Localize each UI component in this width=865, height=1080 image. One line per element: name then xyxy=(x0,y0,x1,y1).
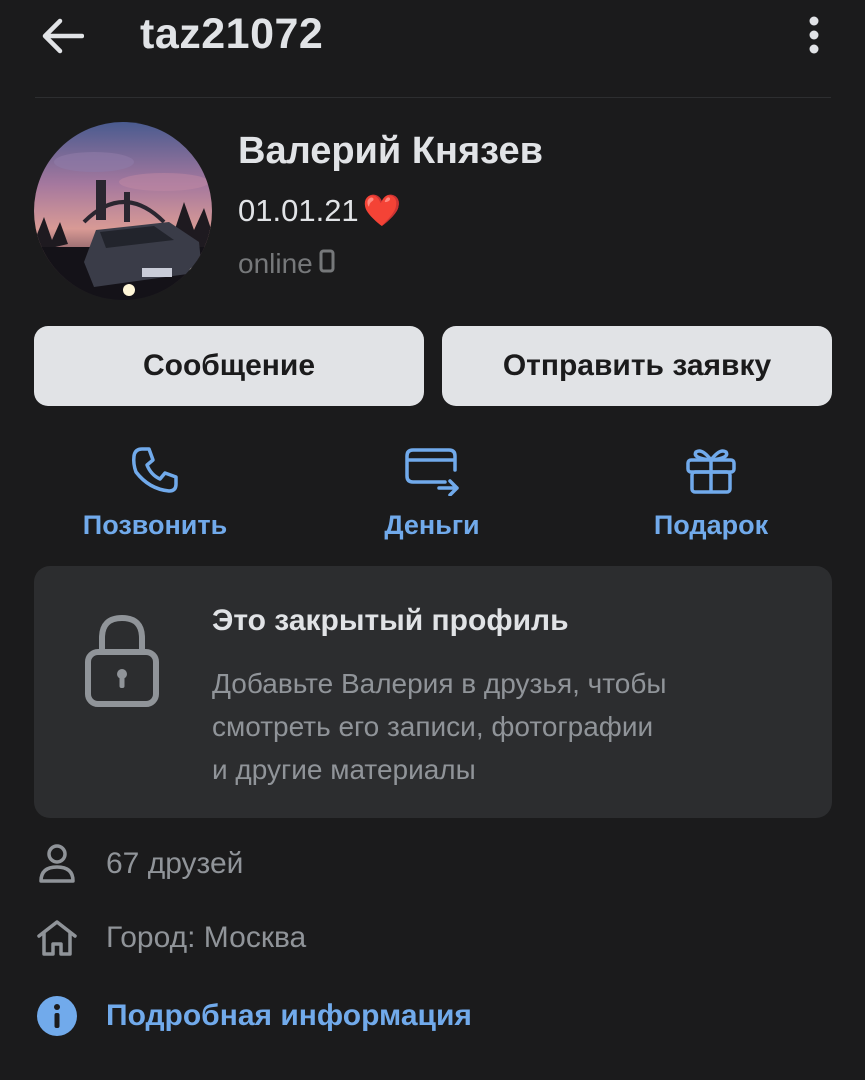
private-profile-text: Добавьте Валерия в друзья, чтобы смотрет… xyxy=(212,662,772,791)
online-text: online xyxy=(238,248,313,279)
user-icon xyxy=(34,841,80,887)
friends-count: 67 друзей xyxy=(106,847,244,880)
phone-call-icon xyxy=(129,436,181,496)
private-profile-text-line: и другие материалы xyxy=(212,754,476,785)
avatar[interactable] xyxy=(34,122,212,300)
online-status: online xyxy=(238,248,335,280)
friends-row[interactable]: 67 друзей xyxy=(34,836,243,892)
profile-status: 01.01.21 ❤️ xyxy=(238,192,401,229)
more-options-button[interactable] xyxy=(792,12,836,62)
private-profile-title: Это закрытый профиль xyxy=(212,604,569,637)
page-title: taz21072 xyxy=(140,10,324,58)
lock-icon xyxy=(82,610,162,715)
gift-icon xyxy=(684,436,738,496)
phone-icon xyxy=(319,248,335,280)
add-friend-button[interactable]: Отправить заявку xyxy=(442,326,832,406)
city-text: Город: Москва xyxy=(106,921,307,954)
info-icon xyxy=(34,993,80,1039)
gift-label: Подарок xyxy=(653,510,769,540)
details-link[interactable]: Подробная информация xyxy=(106,999,472,1033)
home-icon xyxy=(34,915,80,961)
header-divider xyxy=(35,97,831,98)
profile-page: taz21072 Валерий Князев 01.01.21 ❤️ onli… xyxy=(0,0,865,1080)
top-bar: taz21072 xyxy=(0,0,865,98)
back-button[interactable] xyxy=(36,14,88,62)
money-transfer-icon xyxy=(403,436,461,496)
money-label: Деньги xyxy=(384,510,480,540)
details-row[interactable]: Подробная информация xyxy=(34,988,472,1044)
private-profile-text-line: Добавьте Валерия в друзья, чтобы xyxy=(212,668,667,699)
more-vertical-icon xyxy=(808,15,820,60)
heart-emoji: ❤️ xyxy=(362,193,402,228)
city-row: Город: Москва xyxy=(34,910,306,966)
private-profile-card: Это закрытый профиль Добавьте Валерия в … xyxy=(34,566,832,818)
status-text: 01.01.21 xyxy=(238,192,359,228)
private-profile-text-line: смотреть его записи, фотографии xyxy=(212,711,654,742)
money-action[interactable]: Деньги xyxy=(317,436,547,546)
profile-name: Валерий Князев xyxy=(238,130,544,172)
message-button[interactable]: Сообщение xyxy=(34,326,424,406)
arrow-left-icon xyxy=(40,18,85,59)
call-action[interactable]: Позвонить xyxy=(40,436,270,546)
call-label: Позвонить xyxy=(82,510,228,540)
gift-action[interactable]: Подарок xyxy=(596,436,826,546)
